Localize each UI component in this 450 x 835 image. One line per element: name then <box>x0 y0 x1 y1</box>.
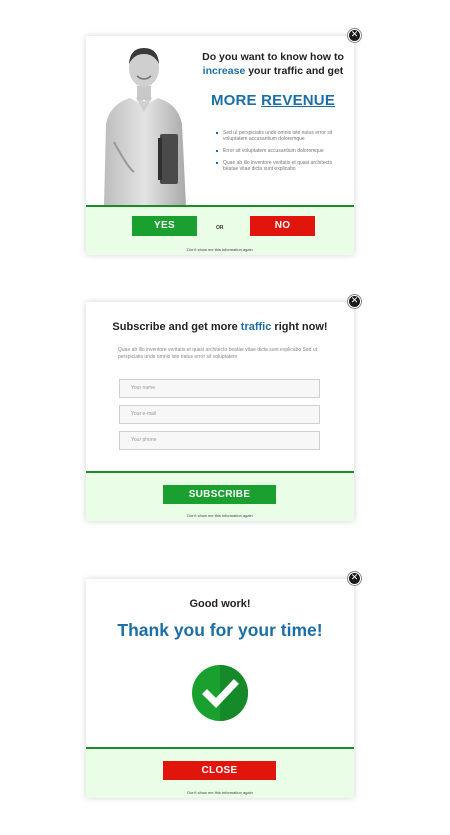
thanks-heading: Thank you for your time! <box>117 620 323 640</box>
email-field[interactable]: Your e-mail <box>119 405 320 424</box>
name-field[interactable]: Your name <box>119 379 320 398</box>
subscribe-description: Quae ab illo inventore veritatis et quas… <box>118 347 318 360</box>
yes-button[interactable]: YES <box>132 216 197 236</box>
footer: YES OR NO Don't show me this information… <box>86 205 354 255</box>
check-circle-icon <box>192 665 248 721</box>
headline-text-2: your traffic and get <box>245 65 344 77</box>
close-icon[interactable]: ✕ <box>348 572 361 585</box>
or-label: OR <box>216 225 224 231</box>
subscribe-button[interactable]: SUBSCRIBE <box>163 485 276 504</box>
bullet-item: Sed ut perspiciatis unde omnis iste natu… <box>216 130 344 142</box>
close-icon[interactable]: ✕ <box>348 295 361 308</box>
person-photo <box>104 48 186 206</box>
bullet-item: Error sit voluptatem accusantium dolorem… <box>216 148 344 154</box>
subscribe-title: Subscribe and get more traffic right now… <box>86 321 354 333</box>
dont-show-link[interactable]: Don't show me this information again <box>86 513 354 518</box>
phone-field[interactable]: Your phone <box>119 431 320 450</box>
revenue-prefix: MORE <box>210 92 262 109</box>
headline: Do you want to know how to increase your… <box>194 50 352 78</box>
close-icon[interactable]: ✕ <box>348 29 361 42</box>
dont-show-link[interactable]: Don't show me this information again <box>86 247 354 252</box>
revenue-underlined: REVENUE <box>261 92 336 109</box>
title-highlight: traffic <box>240 321 272 333</box>
good-work-heading: Good work! <box>189 598 251 610</box>
popup-thanks: ✕ Good work! Thank you for your time! CL… <box>86 572 361 798</box>
headline-text: Do you want to know how to <box>202 51 344 63</box>
no-button[interactable]: NO <box>250 216 315 236</box>
close-button[interactable]: CLOSE <box>163 761 276 780</box>
popup-revenue: ✕ Do you want to know how to increase yo… <box>86 29 361 255</box>
title-text-2: right now! <box>271 321 328 333</box>
footer: CLOSE Don't show me this information aga… <box>86 747 354 798</box>
headline-highlight: increase <box>202 65 246 77</box>
dont-show-link[interactable]: Don't show me this information again <box>86 790 354 795</box>
revenue-heading: MORE REVENUE <box>198 92 348 109</box>
bullet-list: Sed ut perspiciatis unde omnis iste natu… <box>216 130 344 178</box>
title-text: Subscribe and get more <box>112 321 241 333</box>
footer: SUBSCRIBE Don't show me this information… <box>86 471 354 521</box>
popup-subscribe: ✕ Subscribe and get more traffic right n… <box>86 295 361 521</box>
bullet-item: Quae ab illo inventore veritatis et quas… <box>216 160 344 172</box>
